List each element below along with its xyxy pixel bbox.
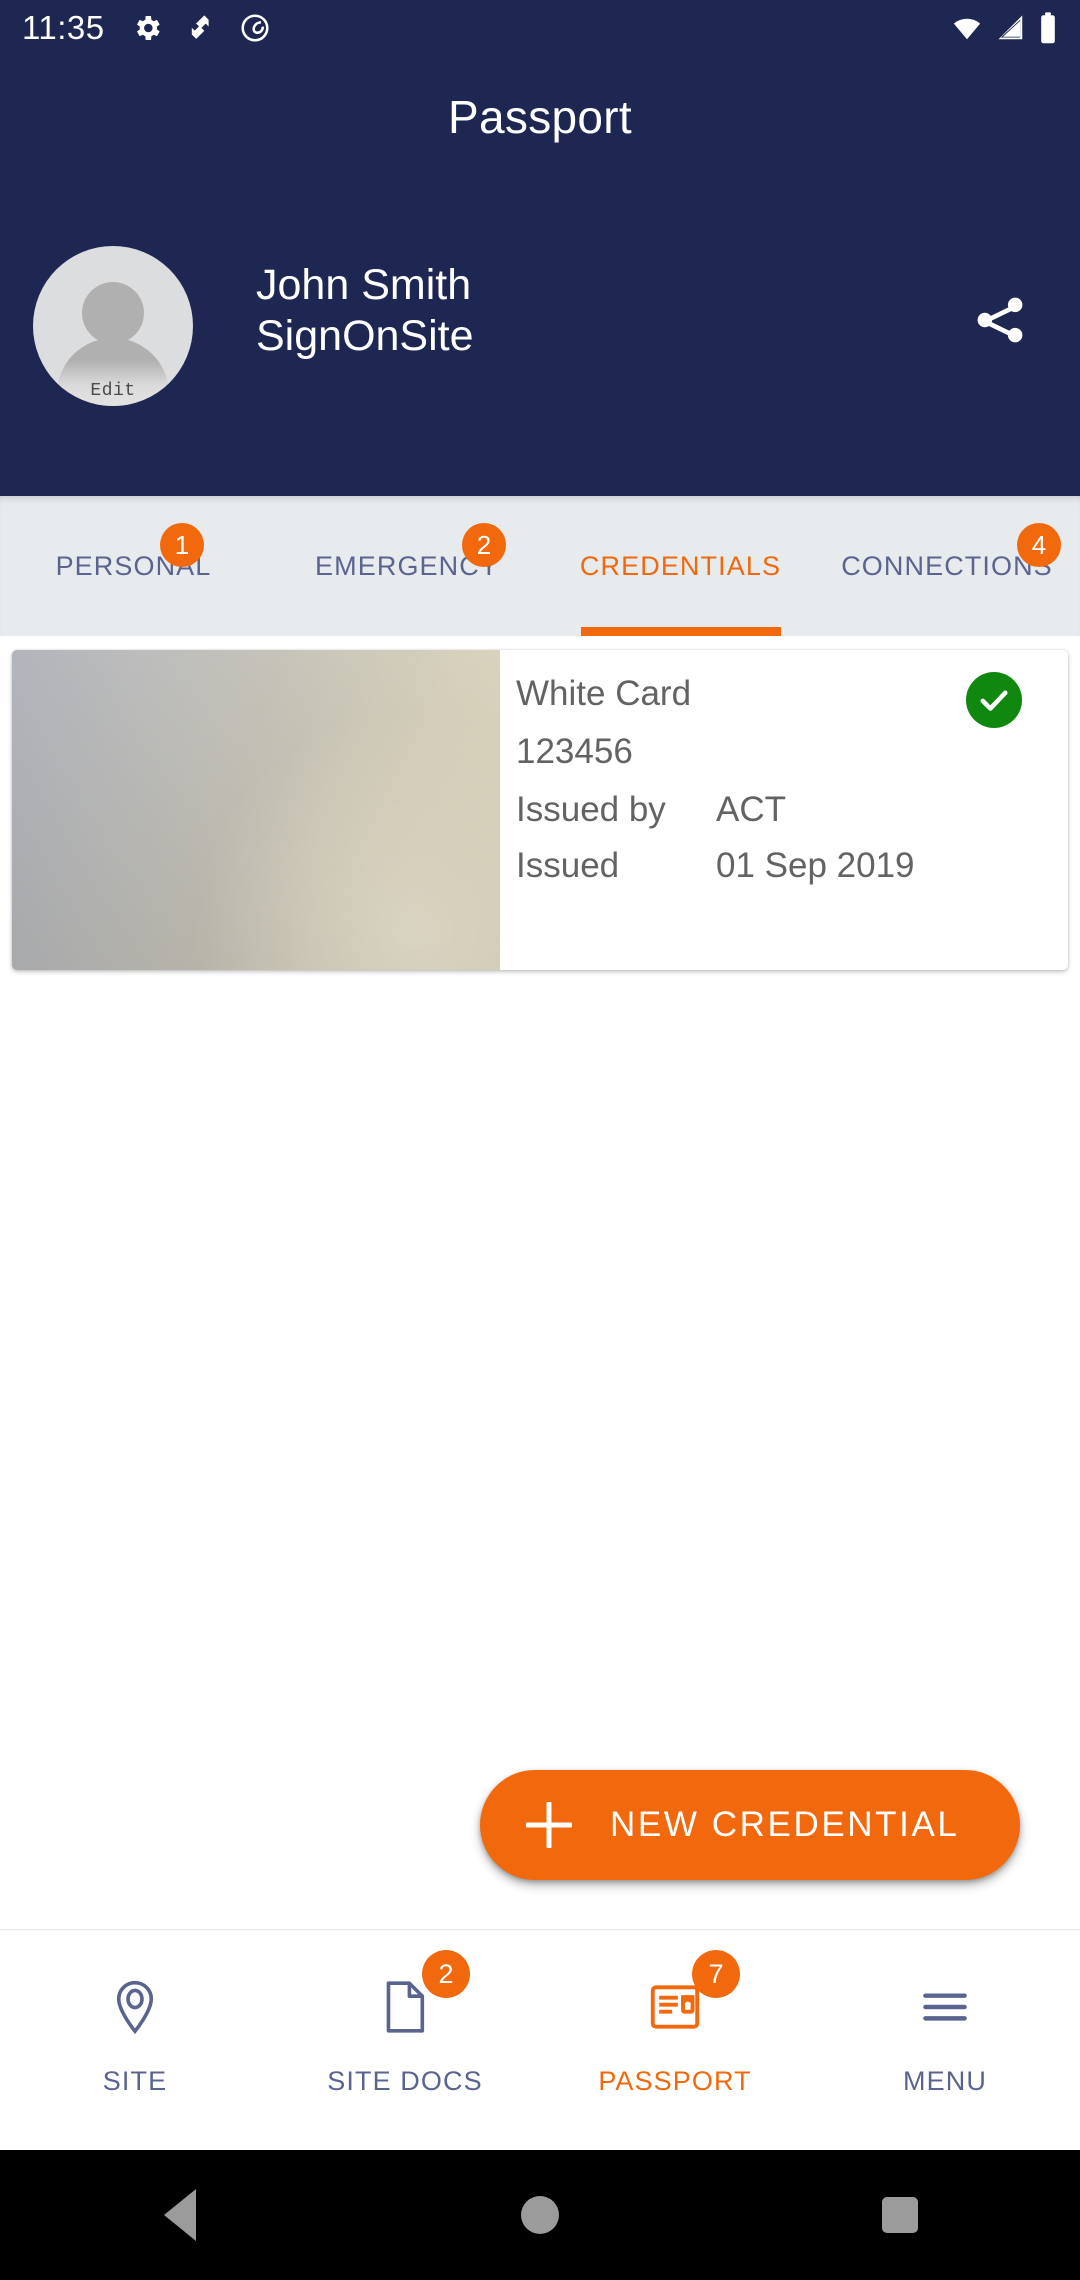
nav-item-menu[interactable]: MENU [810,1930,1080,2150]
new-credential-label: NEW CREDENTIAL [610,1805,960,1844]
signonsite-logo-icon [185,12,217,44]
credential-issued-by-value: ACT [716,790,786,829]
app-screen: 11:35 Passport Edit John Smith SignOnSit… [0,0,1080,2280]
tab-personal-badge: 1 [160,523,204,567]
verified-check-icon [966,672,1022,728]
nav-item-site[interactable]: SITE [0,1930,270,2150]
bottom-navigation: SITE 2 SITE DOCS 7 PASSPORT MENU [0,1929,1080,2150]
profile-names: John Smith SignOnSite [256,260,474,361]
nav-item-passport-label: PASSPORT [598,2066,752,2096]
hamburger-icon [914,1964,976,2050]
location-pin-icon [104,1964,166,2050]
profile-name: John Smith [256,261,472,309]
credential-number: 123456 [516,732,633,771]
nav-item-site-docs-badge: 2 [422,1950,470,1998]
share-button[interactable] [962,284,1038,360]
status-bar-clock: 11:35 [22,9,105,46]
wifi-icon [950,13,984,43]
tab-credentials-label: CREDENTIALS [579,550,782,581]
cell-signal-icon [995,13,1027,43]
credential-issued-row: Issued 01 Sep 2019 [516,846,1068,886]
circle-at-icon [239,12,271,44]
tab-emergency-badge: 2 [462,523,506,567]
tab-emergency[interactable]: EMERGENCY 2 [267,496,547,636]
new-credential-button[interactable]: NEW CREDENTIAL [480,1770,1020,1880]
nav-item-site-label: SITE [102,2066,168,2096]
tab-personal[interactable]: PERSONAL 1 [0,496,267,636]
gear-icon [131,12,163,44]
status-bar-system-icons [950,11,1058,45]
profile-row: Edit John Smith SignOnSite [0,246,1080,436]
nav-item-site-docs-label: SITE DOCS [327,2066,483,2096]
nav-item-menu-label: MENU [903,2066,987,2096]
credential-thumbnail[interactable] [12,650,500,970]
share-icon [972,292,1028,353]
tab-connections-badge: 4 [1017,523,1061,567]
page-title: Passport [448,91,632,143]
status-bar-notification-icons [131,12,271,44]
nav-item-passport[interactable]: 7 PASSPORT [540,1930,810,2150]
passport-tabbar: PERSONAL 1 EMERGENCY 2 CREDENTIALS CONNE… [0,496,1080,636]
battery-icon [1038,11,1058,45]
tab-connections[interactable]: CONNECTIONS 4 [814,496,1080,636]
credential-issued-label: Issued [516,846,620,885]
credential-issued-by-label: Issued by [516,790,666,829]
credential-issued-value: 01 Sep 2019 [716,846,915,885]
tab-active-underline [580,627,781,636]
tab-credentials[interactable]: CREDENTIALS [547,496,814,636]
app-header: Passport Edit John Smith SignOnSite [0,56,1080,496]
credential-details: White Card 123456 Issued by ACT Issued 0… [500,650,1068,970]
avatar[interactable]: Edit [33,246,193,406]
avatar-head-shape [82,282,144,344]
credential-issued-by-row: Issued by ACT [516,790,1068,830]
recents-square-icon[interactable] [840,2150,960,2280]
nav-item-site-docs[interactable]: 2 SITE DOCS [270,1930,540,2150]
avatar-edit-overlay[interactable]: Edit [33,360,193,406]
credential-card[interactable]: White Card 123456 Issued by ACT Issued 0… [12,650,1068,970]
credentials-list: White Card 123456 Issued by ACT Issued 0… [0,636,1080,1929]
android-system-navbar [0,2150,1080,2280]
plus-icon [522,1798,576,1852]
status-bar: 11:35 [0,0,1080,56]
avatar-edit-label: Edit [90,381,136,401]
profile-org: SignOnSite [256,311,474,360]
nav-item-passport-badge: 7 [692,1950,740,1998]
back-triangle-icon[interactable] [120,2150,240,2280]
home-circle-icon[interactable] [480,2150,600,2280]
